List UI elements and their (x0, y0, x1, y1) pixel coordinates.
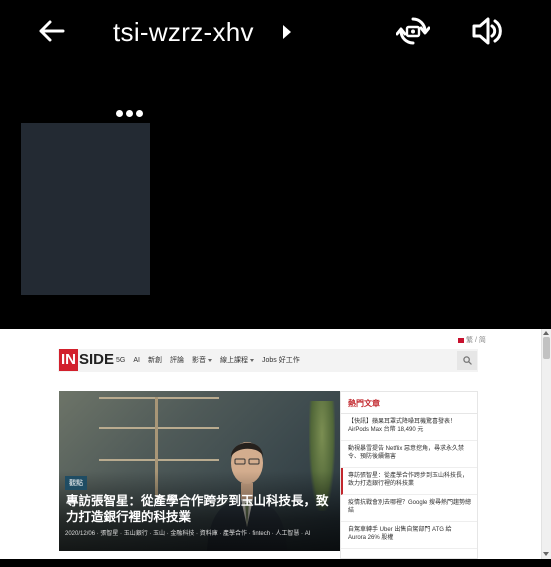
arrow-left-icon (39, 20, 65, 42)
more-horizontal-icon (115, 109, 123, 117)
nav-item-courses[interactable]: 線上課程 (220, 355, 254, 365)
scroll-down-arrow-icon[interactable] (543, 552, 549, 556)
inside-logo[interactable]: IN SIDE (59, 349, 114, 371)
site-search-button[interactable] (457, 351, 477, 370)
site-nav-items: 5G AI 新創 評論 影音 線上課程 Jobs 好工作 (116, 355, 300, 365)
more-horizontal-icon-dot (125, 109, 133, 117)
hero-title[interactable]: 專訪張智星：從產學合作跨步到玉山科技長，致力打造銀行裡的科技業 (66, 493, 336, 525)
flag-icon (458, 337, 464, 343)
nav-item-reviews[interactable]: 評論 (170, 355, 184, 365)
back-button[interactable] (34, 14, 68, 48)
meeting-top-bar: tsi-wzrz-xhv (0, 0, 551, 64)
meeting-info-button[interactable] (280, 22, 294, 42)
scroll-up-arrow-icon[interactable] (543, 331, 549, 335)
logo-in: IN (59, 349, 78, 371)
caret-down-icon (207, 358, 212, 362)
hero-article[interactable]: 觀點 專訪張智星：從產學合作跨步到玉山科技長，致力打造銀行裡的科技業 2020/… (59, 391, 340, 551)
nav-item-startups[interactable]: 新創 (148, 355, 162, 365)
nav-item-jobs[interactable]: Jobs 好工作 (262, 355, 300, 365)
popular-article-item[interactable]: 【快訊】蘋果耳罩式降噪耳機驚喜發表！AirPods Max 台幣 18,490 … (341, 414, 477, 441)
meeting-code[interactable]: tsi-wzrz-xhv (113, 16, 254, 48)
nav-item-ai[interactable]: AI (133, 355, 140, 365)
popular-articles-heading: 熱門文章 (341, 392, 477, 414)
hero-category-tag[interactable]: 觀點 (65, 476, 87, 490)
popular-article-item[interactable]: 自駕車轉手 Uber 出售自駕部門 ATG 給 Aurora 26% 股權 (341, 522, 477, 549)
popular-article-item[interactable]: 疫情抗戰會別去哪裡？Google 搜尋熱門趨勢總結 (341, 495, 477, 522)
self-view-tile[interactable] (21, 123, 150, 295)
more-options-button[interactable] (110, 104, 148, 122)
popular-articles-panel: 熱門文章 【快訊】蘋果耳罩式降噪耳機驚喜發表！AirPods Max 台幣 18… (340, 391, 478, 559)
search-icon (462, 356, 472, 365)
language-switch[interactable]: 繁 / 简 (458, 335, 486, 345)
shared-screen-scrollbar[interactable] (541, 329, 551, 559)
scroll-thumb[interactable] (543, 337, 550, 359)
speaker-button[interactable] (468, 12, 506, 50)
popular-article-item[interactable]: 專訪張智星：從產學合作跨步到玉山科技長，致力打造銀行裡的科技業 (341, 468, 477, 495)
bottom-edge (0, 559, 551, 567)
shared-screen: 繁 / 简 IN SIDE 5G AI 新創 評論 影音 線上課程 Jobs 好… (0, 329, 551, 559)
nav-item-5g[interactable]: 5G (116, 355, 125, 365)
speaker-icon (472, 17, 502, 45)
switch-camera-icon (396, 17, 430, 45)
popular-article-item[interactable]: 動視暴雪提告 Netflix 惡意挖角，尋求永久禁令、預防後續傷害 (341, 441, 477, 468)
hero-bg-shelf (99, 397, 219, 399)
switch-camera-button[interactable] (394, 12, 432, 50)
nav-item-video[interactable]: 影音 (192, 355, 212, 365)
language-label: 繁 / 简 (466, 337, 486, 344)
hero-meta: 2020/12/06 · 張智星 · 玉山銀行 · 玉山 · 金融科技 · 資料… (65, 531, 311, 537)
caret-down-icon (249, 358, 254, 362)
logo-side: SIDE (79, 351, 115, 368)
more-horizontal-icon-dot (135, 109, 143, 117)
chevron-right-icon (283, 25, 291, 39)
